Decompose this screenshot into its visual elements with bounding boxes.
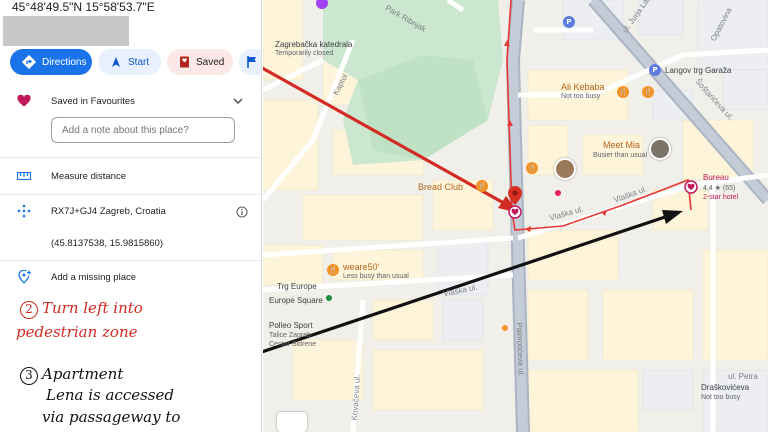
place-photo-thumbnail[interactable] — [554, 158, 576, 180]
place-label-draskoviceva[interactable]: Draškovićeva — [701, 383, 749, 392]
street-label-petra: ul. Petra — [728, 372, 758, 381]
bookmark-icon — [179, 56, 190, 68]
place-details-panel: 45°48'49.5"N 15°58'53.7"E Directions Sta… — [0, 0, 262, 432]
add-place-icon — [14, 270, 34, 284]
start-label: Start — [128, 56, 150, 68]
restaurant-icon[interactable]: 🍴 — [526, 162, 538, 174]
restaurant-icon[interactable]: 🍴 — [642, 86, 654, 98]
street-label-europe-square: Europe Square — [269, 296, 323, 305]
street-label-palmoticeva: Palmotićeva ul. — [514, 322, 526, 377]
info-icon[interactable] — [236, 205, 248, 223]
directions-button[interactable]: Directions — [10, 49, 92, 75]
handwritten-step-3-line-3: via passageway to — [42, 408, 181, 426]
restaurant-icon[interactable]: 🍴 — [617, 86, 629, 98]
divider — [0, 260, 261, 261]
place-sub-polleo-1: Talice Zagreb — [269, 332, 312, 339]
parking-icon[interactable]: P — [649, 64, 661, 76]
saved-list-label: Saved in Favourites — [51, 95, 135, 107]
directions-label: Directions — [42, 56, 87, 68]
place-label-bread-club[interactable]: Bread Club — [418, 182, 463, 192]
place-label-weare50[interactable]: weare50' — [343, 262, 379, 272]
place-label-bureau[interactable]: Bureau — [703, 173, 729, 182]
map-canvas[interactable]: Park Ribnjak Kaptol ul. Jurja Langa Opat… — [263, 0, 768, 432]
flag-icon — [247, 56, 257, 68]
lat-lng-label: (45.8137538, 15.9815860) — [51, 237, 163, 249]
parking-icon[interactable]: P — [563, 16, 575, 28]
handwritten-step-2-line-1: 2 Turn left into — [20, 299, 143, 319]
handwritten-step-2-line-2: pedestrian zone — [16, 323, 138, 341]
plus-code-row[interactable]: RX7J+GJ4 Zagreb, Croatia — [0, 203, 261, 219]
place-label-polleo[interactable]: Polleo Sport — [269, 321, 313, 330]
lat-lng-row[interactable]: (45.8137538, 15.9815860) — [0, 235, 261, 251]
place-label-cathedral[interactable]: Zagrebačka katedrala — [275, 40, 352, 49]
restaurant-icon[interactable]: 🍴 — [476, 180, 488, 192]
place-photo-thumbnail[interactable] — [649, 138, 671, 160]
place-sub-polleo-2: Centar Sidrene — [269, 341, 317, 348]
restaurant-icon[interactable]: 🍴 — [327, 264, 339, 276]
plus-code-label: RX7J+GJ4 Zagreb, Croatia — [51, 205, 166, 217]
divider — [0, 194, 261, 195]
step-2-number: 2 — [20, 301, 38, 319]
share-button[interactable] — [239, 49, 261, 75]
step-3-number: 3 — [20, 367, 38, 385]
add-missing-place-label: Add a missing place — [51, 271, 137, 283]
handwritten-step-3-line-1: 3 Apartment — [20, 365, 123, 385]
place-status-meet-mia: Busier than usual — [593, 152, 648, 159]
handwritten-step-3-line-2: Lena is accessed — [46, 386, 174, 404]
ruler-icon — [14, 172, 34, 180]
place-status-weare50: Less busy than usual — [343, 273, 409, 280]
directions-icon — [22, 55, 36, 69]
place-label-meet-mia[interactable]: Meet Mia — [603, 140, 640, 150]
place-type-bureau: 2-star hotel — [703, 194, 739, 201]
place-status-draskoviceva: Not too busy — [701, 394, 741, 401]
redacted-address-block — [3, 16, 129, 46]
coordinates-title: 45°48'49.5"N 15°58'53.7"E — [12, 0, 155, 14]
plus-code-icon — [14, 204, 34, 218]
action-buttons-bar: Directions Start Saved — [10, 49, 261, 75]
place-label-ali-kebaba[interactable]: Ali Kebaba — [561, 82, 605, 92]
place-status-ali-kebaba: Not too busy — [561, 93, 601, 100]
layers-button[interactable] — [277, 412, 307, 432]
add-missing-place-row[interactable]: Add a missing place — [0, 269, 261, 285]
navigation-arrow-icon — [110, 56, 122, 68]
street-label-trg-europe: Trg Europe — [277, 282, 317, 291]
measure-distance-row[interactable]: Measure distance — [0, 168, 261, 184]
start-button[interactable]: Start — [98, 49, 161, 75]
divider — [0, 157, 261, 158]
place-status-cathedral: Temporarily closed — [275, 50, 334, 57]
measure-distance-label: Measure distance — [51, 170, 126, 182]
saved-button[interactable]: Saved — [167, 49, 233, 75]
place-label-langov[interactable]: Langov trg Garaža — [665, 66, 731, 75]
saved-list-row[interactable]: Saved in Favourites — [0, 93, 261, 109]
place-rating-bureau: 4.4 ★ (65) — [703, 185, 736, 192]
place-note-input[interactable] — [51, 117, 235, 143]
saved-label: Saved — [196, 56, 225, 68]
heart-icon — [14, 95, 34, 107]
chevron-down-icon[interactable] — [232, 94, 244, 112]
